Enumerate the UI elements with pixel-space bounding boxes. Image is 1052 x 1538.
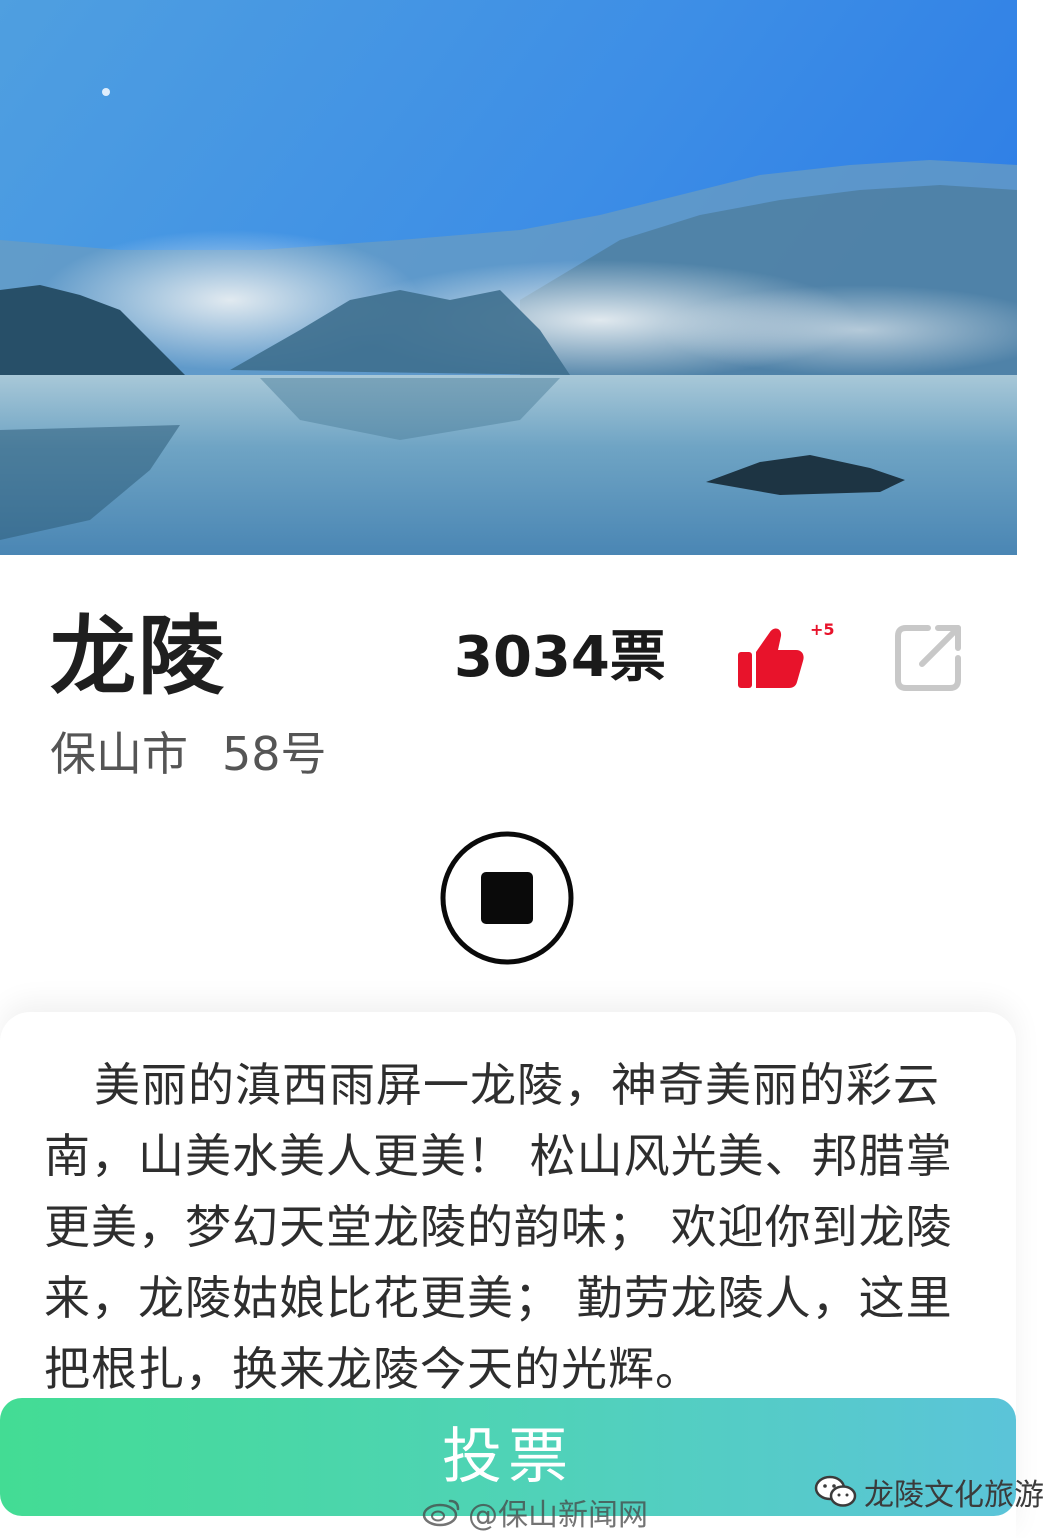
entry-number: 58号 <box>222 727 327 781</box>
share-external-icon <box>895 625 961 691</box>
share-button[interactable] <box>892 620 966 694</box>
wechat-watermark-text: 龙陵文化旅游 <box>864 1478 1044 1513</box>
attraction-name: 龙陵 <box>50 607 226 707</box>
hero-landscape-image <box>0 0 1017 555</box>
wechat-icon <box>814 1475 857 1507</box>
audio-stop-button[interactable] <box>439 830 575 966</box>
weibo-watermark-text: @保山新闻网 <box>468 1498 648 1533</box>
page: 龙陵 3034票 +5 保山市 58号 美丽的滇西雨屏一龙陵，神奇美丽的彩云南，山… <box>0 0 1052 1538</box>
wechat-watermark: 龙陵文化旅游 <box>814 1470 1044 1514</box>
city-label: 保山市 <box>50 727 188 781</box>
weibo-icon <box>422 1499 460 1527</box>
vote-count: 3034票 <box>454 625 666 690</box>
like-button[interactable]: +5 <box>730 620 840 694</box>
weibo-watermark: @保山新闻网 <box>422 1490 648 1534</box>
description-text: 美丽的滇西雨屏一龙陵，神奇美丽的彩云南，山美水美人更美！ 松山风光美、邦腊掌更美… <box>44 1058 953 1396</box>
stop-icon <box>440 831 574 965</box>
like-increment-badge: +5 <box>810 620 835 639</box>
thumbs-up-icon <box>738 628 804 688</box>
location-line: 保山市 58号 <box>50 724 327 784</box>
